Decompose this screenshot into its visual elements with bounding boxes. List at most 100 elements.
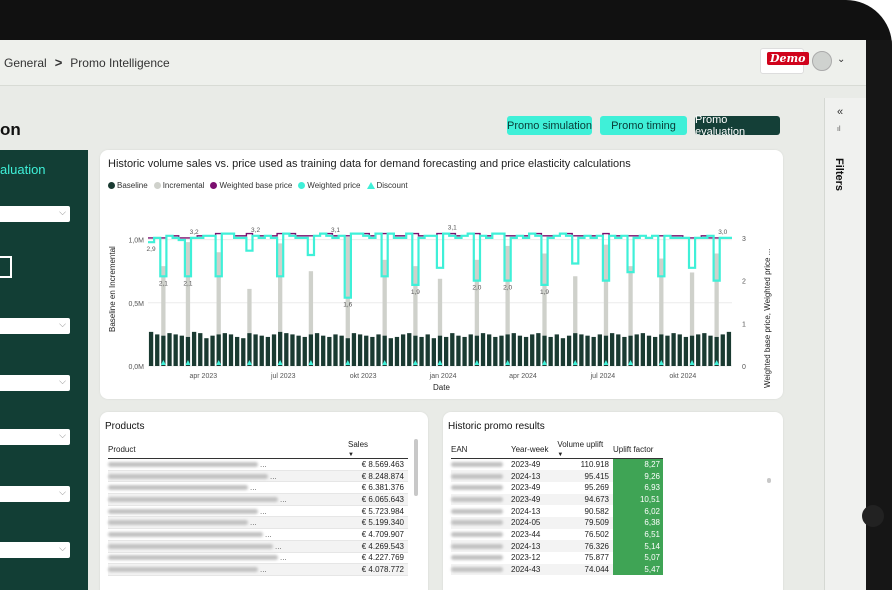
y2-tick-label: 1: [742, 321, 746, 328]
filter-lines-icon[interactable]: ıl: [837, 126, 841, 133]
column-header-volume-uplift[interactable]: Volume uplift ▼: [557, 440, 613, 459]
sales-cell: € 4.709.907: [348, 528, 408, 541]
logo-word: Demo: [767, 52, 809, 65]
promo-scrollbar[interactable]: [767, 478, 771, 483]
product-name-cell: ...: [108, 481, 348, 495]
filter-dropdown-2[interactable]: ⌵: [0, 318, 70, 334]
table-row[interactable]: 2024-05 79.509 6,38: [451, 516, 663, 529]
product-name-cell: ...: [108, 505, 348, 518]
product-name-cell: ...: [108, 458, 348, 471]
baseline-bar: [179, 335, 184, 366]
y-axis-label: Baseline en Incremental: [108, 246, 117, 332]
table-row[interactable]: 2024-13 76.326 5,14: [451, 540, 663, 552]
baseline-bar: [253, 334, 258, 366]
ellipsis: ...: [260, 459, 267, 469]
filter-dropdown-3[interactable]: ⌵: [0, 375, 70, 391]
promo-evaluation-button[interactable]: Promo evaluation: [695, 114, 780, 138]
incremental-bar: [659, 258, 664, 335]
ean-cell: [451, 552, 511, 564]
year-week-cell: 2024-13: [511, 506, 541, 516]
table-row[interactable]: 2024-13 95.415 9,26: [451, 470, 663, 482]
baseline-bar: [290, 334, 295, 366]
ellipsis: ...: [270, 471, 277, 481]
uplift-factor-cell: 8,27: [613, 458, 663, 471]
x-tick-label: jul 2024: [590, 373, 616, 380]
table-row[interactable]: ... € 5.723.984: [108, 505, 408, 518]
table-row[interactable]: ... € 8.248.874: [108, 470, 408, 483]
incremental-bar: [185, 242, 191, 337]
uplift-factor-cell: 5,14: [613, 540, 663, 552]
chevron-down-icon[interactable]: ⌄: [837, 54, 845, 65]
baseline-bar: [167, 333, 172, 366]
column-header-sales[interactable]: Sales ▼: [348, 440, 408, 459]
ellipsis: ...: [275, 541, 282, 551]
filter-dropdown-5[interactable]: ⌵: [0, 486, 70, 502]
table-row[interactable]: ... € 4.078.772: [108, 563, 408, 576]
column-header-uplift-factor[interactable]: Uplift factor: [613, 440, 663, 459]
table-row[interactable]: ... € 6.065.643: [108, 493, 408, 506]
ellipsis: ...: [280, 494, 287, 504]
data-label: 1,6: [343, 302, 352, 309]
collapse-filters-icon[interactable]: «: [837, 106, 843, 118]
baseline-bar: [579, 334, 584, 366]
sort-desc-icon: ▼: [557, 452, 564, 458]
uplift-factor-cell: 10,51: [613, 493, 663, 506]
table-row[interactable]: 2023-49 110.918 8,27: [451, 458, 663, 471]
baseline-bar: [198, 333, 203, 366]
table-row[interactable]: ... € 5.199.340: [108, 516, 408, 530]
table-row[interactable]: 2024-43 74.044 5,47: [451, 563, 663, 576]
baseline-bar: [302, 336, 307, 366]
data-label: 1,9: [411, 289, 420, 296]
data-label: 2,1: [183, 280, 192, 287]
baseline-bar: [554, 334, 559, 366]
ean-cell: [451, 459, 511, 471]
filters-label[interactable]: Filters: [833, 158, 845, 191]
incremental-bar: [308, 271, 314, 335]
sales-cell: € 4.078.772: [348, 563, 408, 576]
baseline-bar: [400, 334, 406, 366]
sales-cell: € 8.569.463: [348, 458, 408, 471]
sales-cell: € 8.248.874: [348, 470, 408, 483]
filter-dropdown-1[interactable]: ⌵: [0, 206, 70, 222]
chevron-down-icon: ⌵: [59, 319, 66, 329]
baseline-bar: [228, 334, 234, 366]
products-table: Product Sales ▼ ... € 8.569.463... € 8.248.…: [108, 440, 408, 576]
column-header-product[interactable]: Product: [108, 440, 348, 459]
table-row[interactable]: 2023-49 94.673 10,51: [451, 493, 663, 506]
y-tick-label: 1,0M: [128, 238, 144, 245]
breadcrumb-parent[interactable]: General: [4, 56, 47, 70]
redacted-text: [108, 461, 258, 467]
table-row[interactable]: 2023-12 75.877 5,07: [451, 552, 663, 564]
filter-toggle[interactable]: [0, 256, 12, 278]
y2-tick-label: 0: [742, 364, 746, 371]
ellipsis: ...: [250, 518, 257, 528]
volume-uplift-cell: 74.044: [557, 563, 613, 576]
promo-simulation-button[interactable]: Promo simulation: [507, 116, 592, 135]
avatar[interactable]: [812, 51, 832, 71]
filter-dropdown-6[interactable]: ⌵: [0, 542, 70, 558]
table-row[interactable]: ... € 6.381.376: [108, 481, 408, 495]
baseline-bar: [523, 336, 529, 366]
table-row[interactable]: ... € 8.569.463: [108, 458, 408, 471]
table-row[interactable]: ... € 4.269.543: [108, 540, 408, 553]
baseline-bar: [234, 336, 240, 366]
redacted-text: [451, 555, 503, 561]
company-logo: Demo: [760, 48, 809, 74]
table-row[interactable]: ... € 4.709.907: [108, 528, 408, 541]
column-header-year-week[interactable]: Year-week: [511, 440, 558, 459]
table-row[interactable]: 2024-13 90.582 6,02: [451, 505, 663, 517]
redacted-text: [108, 520, 248, 526]
baseline-bar: [616, 334, 621, 366]
promo-timing-button[interactable]: Promo timing: [600, 116, 687, 135]
data-label: 3,2: [190, 229, 199, 236]
year-week-cell: 2023-49: [511, 493, 558, 506]
products-scrollbar[interactable]: [414, 439, 418, 496]
filter-dropdown-4[interactable]: ⌵: [0, 429, 70, 445]
table-row[interactable]: 2023-44 76.502 6,51: [451, 528, 663, 541]
column-header-ean[interactable]: EAN: [451, 440, 511, 459]
baseline-bar: [271, 334, 277, 366]
uplift-factor-cell: 5,47: [613, 563, 663, 576]
table-row[interactable]: 2023-49 95.269 6,93: [451, 481, 663, 494]
table-row[interactable]: ... € 4.227.769: [108, 552, 408, 565]
y2-tick-label: 3: [742, 236, 746, 243]
